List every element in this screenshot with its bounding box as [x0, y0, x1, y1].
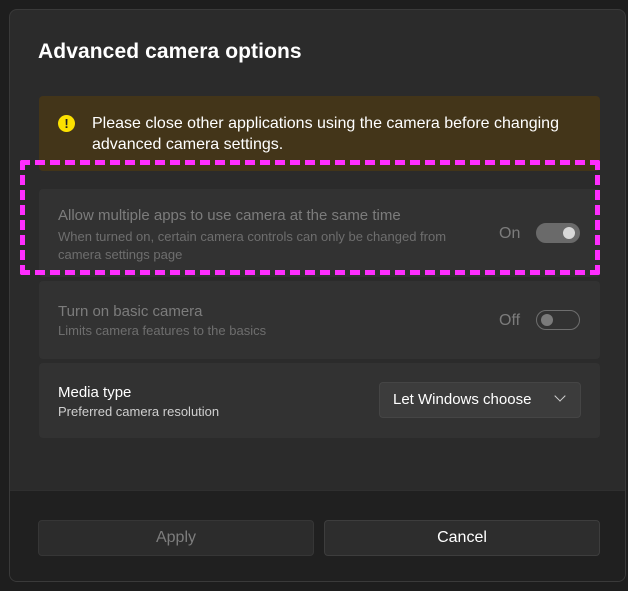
chevron-down-icon	[554, 390, 566, 402]
dialog-title: Advanced camera options	[38, 40, 302, 63]
warning-icon: !	[58, 115, 75, 132]
setting-title: Turn on basic camera	[58, 303, 203, 320]
dialog-footer: Apply Cancel	[10, 490, 625, 581]
basic-camera-toggle[interactable]	[536, 310, 580, 330]
setting-basic-camera: Turn on basic camera Limits camera featu…	[39, 281, 600, 359]
setting-media-type: Media type Preferred camera resolution L…	[39, 363, 600, 438]
warning-banner-text: Please close other applications using th…	[92, 115, 559, 153]
media-type-dropdown[interactable]: Let Windows choose	[379, 382, 581, 418]
cancel-button[interactable]: Cancel	[324, 520, 600, 556]
setting-subtitle: Preferred camera resolution	[58, 404, 220, 419]
advanced-camera-options-dialog: Advanced camera options ! Please close o…	[9, 9, 626, 582]
dropdown-selected-value: Let Windows choose	[393, 391, 532, 408]
toggle-knob	[541, 314, 553, 326]
setting-subtitle: Limits camera features to the basics	[58, 323, 267, 338]
setting-title: Media type	[58, 384, 132, 401]
apply-button[interactable]: Apply	[38, 520, 314, 556]
highlight-annotation-box	[20, 160, 600, 275]
toggle-state-label: Off	[499, 312, 521, 329]
